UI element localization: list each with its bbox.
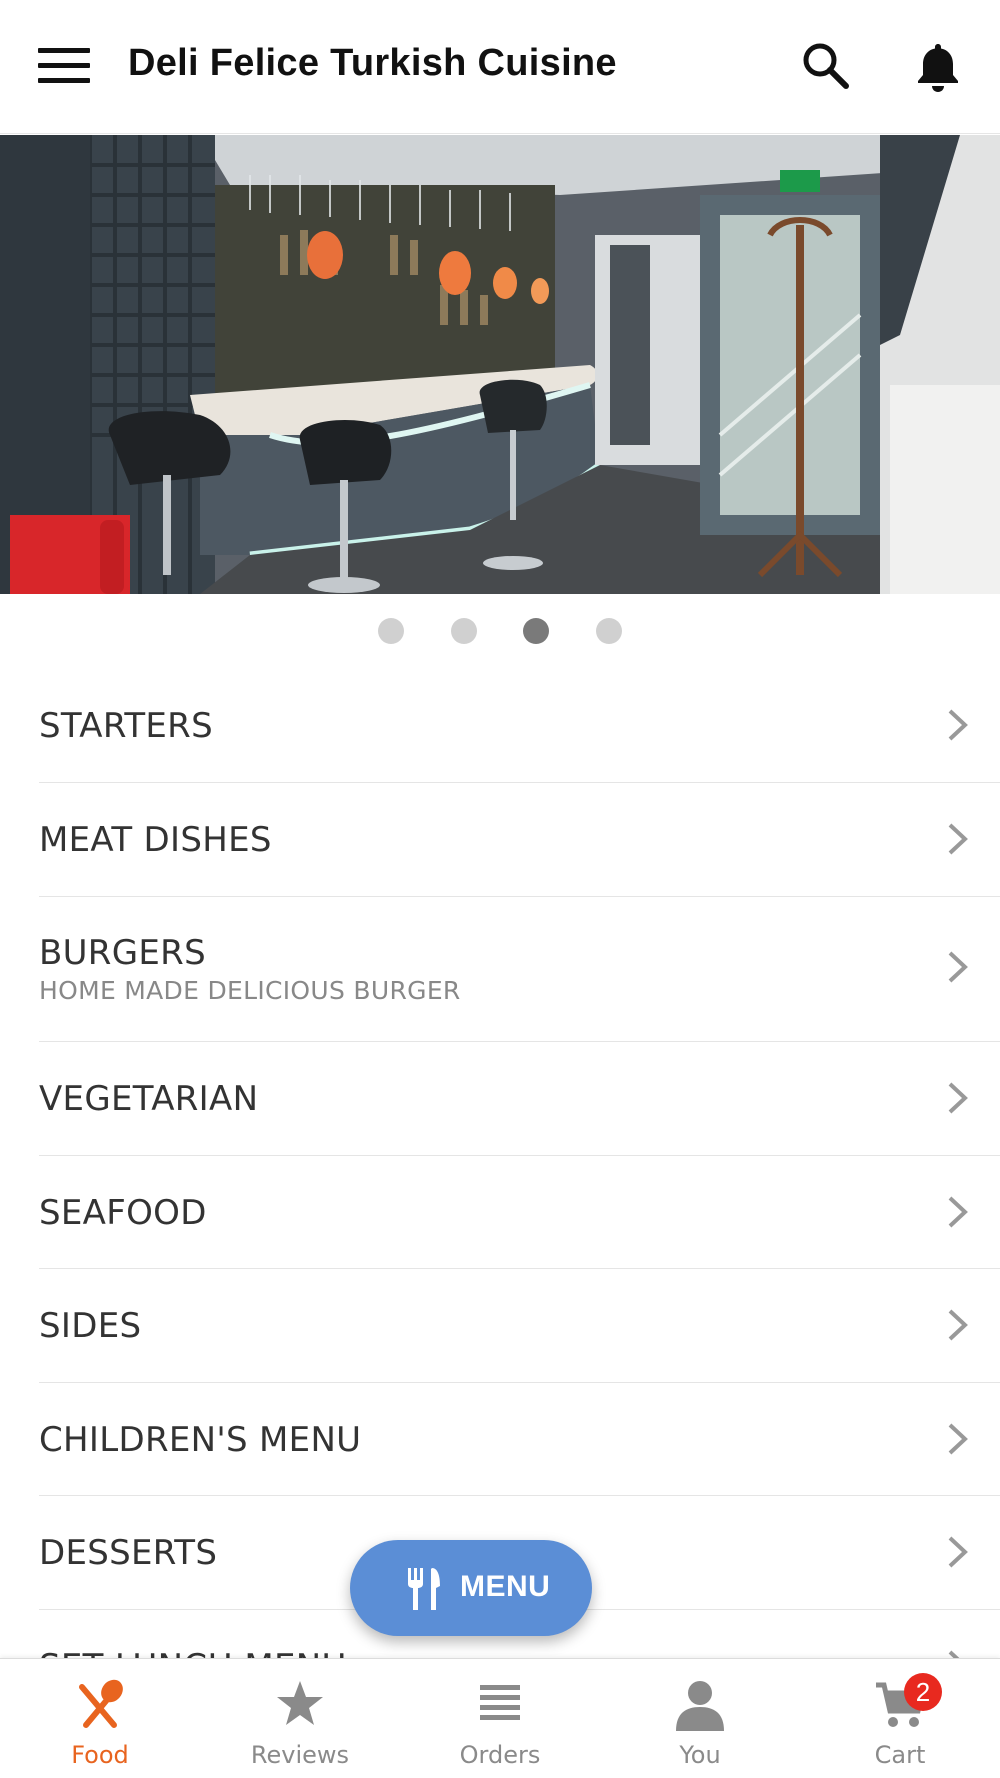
tab-orders[interactable]: Orders	[400, 1659, 600, 1778]
category-row-starters[interactable]: STARTERS	[39, 670, 1000, 783]
category-row-vegetarian[interactable]: VEGETARIAN	[39, 1042, 1000, 1156]
category-name: DESSERTS	[39, 1533, 218, 1573]
category-subtitle: HOME MADE DELICIOUS BURGER	[39, 976, 461, 1005]
category-name: CHILDREN'S MENU	[39, 1420, 362, 1460]
category-name: BURGERS	[39, 933, 206, 973]
carousel-dot-4[interactable]	[596, 618, 622, 644]
chevron-right-icon	[948, 709, 968, 741]
app-header: Deli Felice Turkish Cuisine	[0, 0, 1000, 134]
chevron-right-icon	[948, 1423, 968, 1455]
tab-label: Food	[71, 1741, 129, 1769]
tab-label: You	[679, 1741, 721, 1769]
category-name: SEAFOOD	[39, 1193, 207, 1233]
tab-label: Reviews	[250, 1741, 350, 1769]
chevron-right-icon	[948, 1309, 968, 1341]
carousel-dot-1[interactable]	[378, 618, 404, 644]
chevron-right-icon	[948, 823, 968, 855]
category-list: STARTERS MEAT DISHES BURGERS HOME MADE D…	[0, 670, 1000, 1658]
list-icon	[480, 1685, 520, 1720]
food-icon	[79, 1679, 123, 1728]
cart-badge: 2	[904, 1673, 942, 1711]
carousel-dot-3[interactable]	[523, 618, 549, 644]
category-name: SIDES	[39, 1306, 142, 1346]
chevron-right-icon	[948, 1650, 960, 1658]
tab-label: Orders	[459, 1741, 541, 1769]
chevron-right-icon	[948, 1082, 968, 1114]
search-icon[interactable]	[798, 38, 854, 94]
category-row-seafood[interactable]: SEAFOOD	[39, 1156, 1000, 1269]
category-name: MEAT DISHES	[39, 820, 272, 860]
chevron-right-icon	[948, 1536, 968, 1568]
bottom-tab-bar: Food Reviews Orders You 2 Cart	[0, 1658, 1000, 1778]
tab-label: Cart	[874, 1741, 926, 1769]
carousel-indicators	[0, 618, 1000, 644]
category-row-burgers[interactable]: BURGERS HOME MADE DELICIOUS BURGER	[39, 897, 1000, 1042]
tab-cart[interactable]: 2 Cart	[800, 1659, 1000, 1778]
category-name: STARTERS	[39, 706, 213, 746]
category-row-childrens-menu[interactable]: CHILDREN'S MENU	[39, 1383, 1000, 1496]
category-row-meat-dishes[interactable]: MEAT DISHES	[39, 783, 1000, 897]
tab-reviews[interactable]: Reviews	[200, 1659, 400, 1778]
hamburger-menu-icon[interactable]	[38, 48, 90, 84]
tab-you[interactable]: You	[600, 1659, 800, 1778]
chevron-right-icon	[948, 1196, 968, 1228]
chevron-right-icon	[948, 951, 968, 983]
person-icon	[676, 1681, 724, 1731]
carousel-dot-2[interactable]	[451, 618, 477, 644]
page-title: Deli Felice Turkish Cuisine	[128, 42, 617, 84]
category-name: SET LUNCH MENU	[39, 1647, 347, 1658]
bell-icon[interactable]	[910, 38, 966, 94]
category-name: VEGETARIAN	[39, 1079, 259, 1119]
menu-button[interactable]: MENU	[350, 1540, 592, 1636]
carousel-image[interactable]	[0, 135, 1000, 594]
menu-button-label: MENU	[460, 1570, 551, 1603]
fork-knife-icon	[408, 1568, 440, 1610]
tab-food[interactable]: Food	[0, 1659, 200, 1778]
star-icon	[277, 1681, 323, 1725]
category-row-sides[interactable]: SIDES	[39, 1269, 1000, 1383]
